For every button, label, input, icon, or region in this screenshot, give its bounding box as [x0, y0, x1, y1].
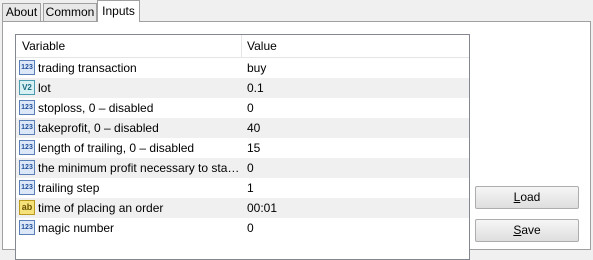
table-row[interactable]: 123 magic number 0: [16, 218, 469, 238]
variable-value[interactable]: 0: [247, 158, 254, 178]
integer-type-icon: 123: [19, 140, 35, 155]
integer-type-icon: 123: [19, 100, 35, 115]
variable-name: takeprofit, 0 – disabled: [38, 121, 159, 135]
integer-type-icon: 123: [19, 220, 35, 235]
tab-about[interactable]: About: [2, 3, 41, 21]
inputs-table: Variable Value 123 trading transaction b…: [15, 34, 470, 260]
table-row[interactable]: 123 the minimum profit necessary to star…: [16, 158, 469, 178]
integer-type-icon: 123: [19, 60, 35, 75]
variable-value[interactable]: 0.1: [247, 78, 264, 98]
save-button[interactable]: Save: [475, 219, 579, 242]
column-divider[interactable]: [241, 35, 242, 57]
variable-name: magic number: [38, 221, 115, 235]
table-row[interactable]: 123 stoploss, 0 – disabled 0: [16, 98, 469, 118]
string-type-icon: ab: [19, 200, 35, 215]
variable-value[interactable]: 40: [247, 118, 260, 138]
variable-name: trading transaction: [38, 61, 137, 75]
inputs-panel: Variable Value 123 trading transaction b…: [2, 21, 591, 260]
tab-common[interactable]: Common: [43, 3, 97, 21]
variable-value[interactable]: 0: [247, 218, 254, 238]
variable-value[interactable]: 0: [247, 98, 254, 118]
variable-value[interactable]: 1: [247, 178, 254, 198]
integer-type-icon: 123: [19, 160, 35, 175]
integer-type-icon: 123: [19, 120, 35, 135]
variable-name: trailing step: [38, 181, 100, 195]
table-row[interactable]: 123 trading transaction buy: [16, 58, 469, 78]
table-header: Variable Value: [16, 35, 469, 58]
variable-name: length of trailing, 0 – disabled: [38, 141, 195, 155]
table-row[interactable]: ab time of placing an order 00:01: [16, 198, 469, 218]
variable-value[interactable]: buy: [247, 58, 266, 78]
variable-name: the minimum profit necessary to start tr…: [38, 161, 241, 175]
column-header-variable[interactable]: Variable: [22, 35, 65, 57]
variable-name: time of placing an order: [38, 201, 164, 215]
save-button-label: ave: [521, 223, 541, 237]
double-type-icon: V2: [19, 80, 35, 95]
table-row[interactable]: 123 length of trailing, 0 – disabled 15: [16, 138, 469, 158]
tab-inputs[interactable]: Inputs: [97, 0, 140, 22]
load-button-label: oad: [520, 190, 541, 204]
load-button[interactable]: Load: [475, 186, 579, 209]
variable-name: lot: [38, 81, 51, 95]
variable-name: stoploss, 0 – disabled: [38, 101, 154, 115]
integer-type-icon: 123: [19, 180, 35, 195]
table-row[interactable]: 123 trailing step 1: [16, 178, 469, 198]
table-row[interactable]: V2 lot 0.1: [16, 78, 469, 98]
table-row[interactable]: 123 takeprofit, 0 – disabled 40: [16, 118, 469, 138]
variable-value[interactable]: 15: [247, 138, 260, 158]
column-header-value[interactable]: Value: [247, 35, 277, 57]
variable-value[interactable]: 00:01: [247, 198, 277, 218]
